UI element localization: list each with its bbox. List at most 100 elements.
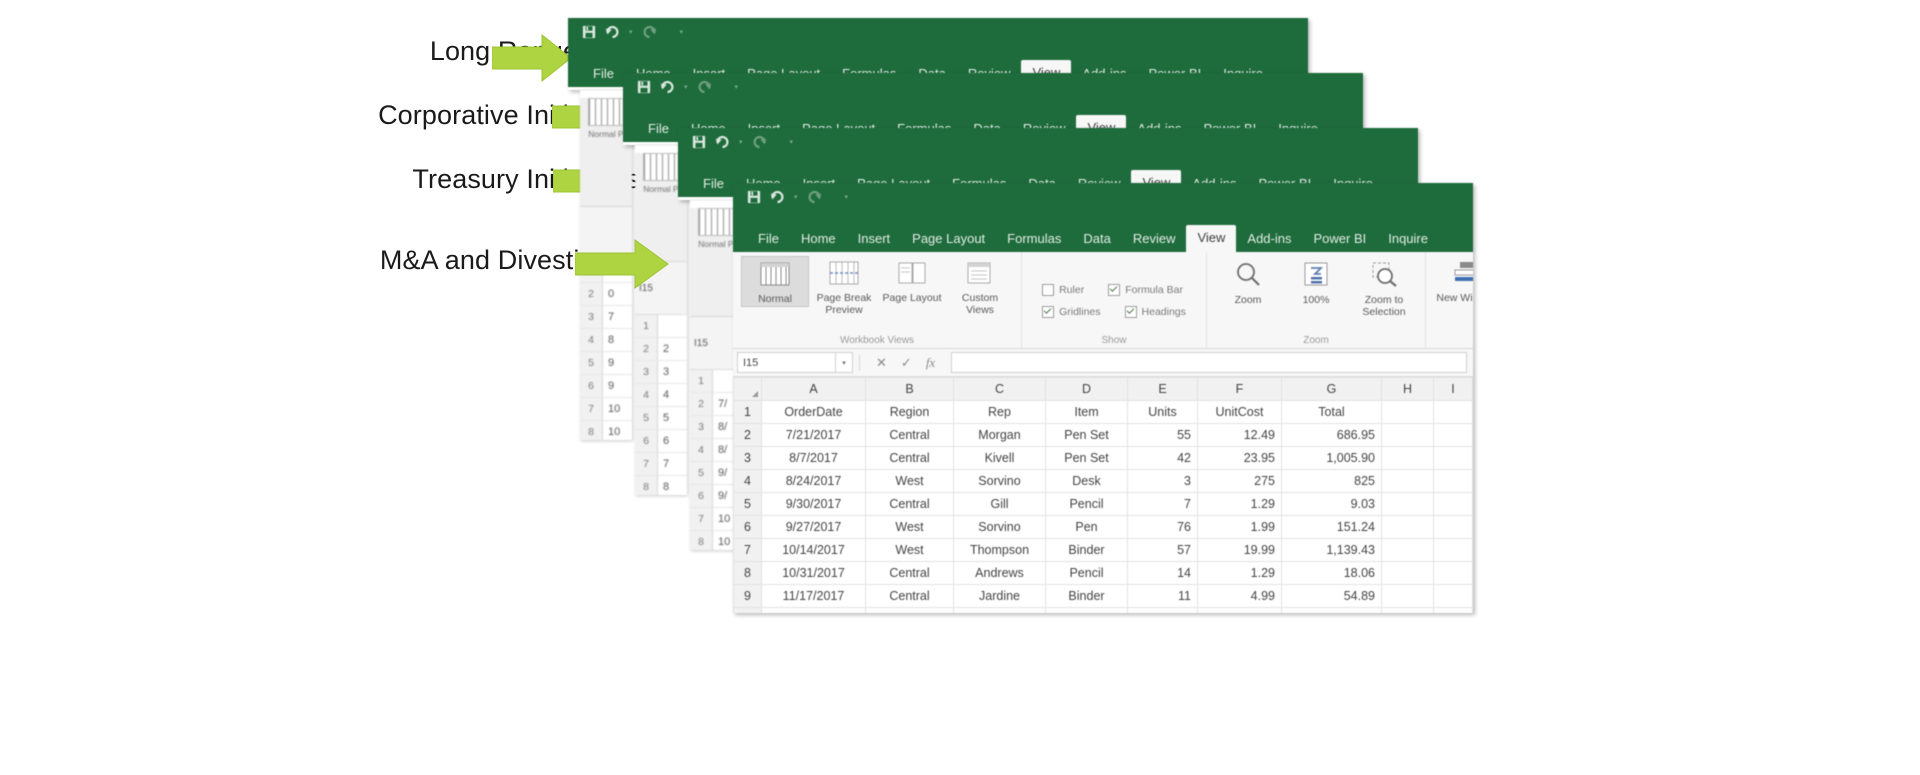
row-header[interactable]: 7 xyxy=(733,538,762,562)
cell-a9[interactable]: 11/17/2017 xyxy=(761,584,866,608)
custom-views-button[interactable]: Custom Views xyxy=(947,256,1013,317)
row-header[interactable]: 2 xyxy=(733,423,762,447)
cell-e5[interactable]: 7 xyxy=(1127,492,1198,516)
cell-d10[interactable]: Binder xyxy=(1045,607,1128,613)
cell-i8[interactable] xyxy=(1433,561,1473,585)
cell-b4[interactable]: West xyxy=(865,469,954,493)
cell-f2[interactable]: 12.49 xyxy=(1197,423,1282,447)
cell-i1[interactable] xyxy=(1433,400,1473,424)
column-header-i[interactable]: I xyxy=(1433,377,1473,401)
cell-d1[interactable]: Item xyxy=(1045,400,1128,424)
cell-c7[interactable]: Thompson xyxy=(953,538,1046,562)
new-window-button[interactable]: New Window xyxy=(1434,256,1473,305)
cell-d7[interactable]: Binder xyxy=(1045,538,1128,562)
cell-f9[interactable]: 4.99 xyxy=(1197,584,1282,608)
cell-b7[interactable]: West xyxy=(865,538,954,562)
table-row[interactable]: 9 11/17/2017 Central Jardine Binder 11 4… xyxy=(733,584,1473,608)
undo-dropdown-icon[interactable]: ▾ xyxy=(794,193,798,201)
quick-access-toolbar[interactable]: ▾ ▾ xyxy=(582,25,683,39)
cell-f3[interactable]: 23.95 xyxy=(1197,446,1282,470)
cell-e10[interactable]: 94 xyxy=(1127,607,1198,613)
cell-e7[interactable]: 57 xyxy=(1127,538,1198,562)
column-header-b[interactable]: B xyxy=(865,377,954,401)
cell-e6[interactable]: 76 xyxy=(1127,515,1198,539)
quick-access-toolbar[interactable]: ▾ ▾ xyxy=(747,190,848,204)
tab-page-layout[interactable]: Page Layout xyxy=(901,228,996,252)
cell-g9[interactable]: 54.89 xyxy=(1281,584,1382,608)
cell-e3[interactable]: 42 xyxy=(1127,446,1198,470)
table-row[interactable]: 4 8/24/2017 West Sorvino Desk 3 275 825 xyxy=(733,469,1473,493)
cell-c9[interactable]: Jardine xyxy=(953,584,1046,608)
customize-quick-access-icon[interactable]: ▾ xyxy=(790,138,794,146)
table-row[interactable]: 1 OrderDate Region Rep Item Units UnitCo… xyxy=(733,400,1473,424)
cell-e8[interactable]: 14 xyxy=(1127,561,1198,585)
cell-d4[interactable]: Desk xyxy=(1045,469,1128,493)
cell-i3[interactable] xyxy=(1433,446,1473,470)
customize-quick-access-icon[interactable]: ▾ xyxy=(680,28,684,36)
name-box[interactable]: I15 xyxy=(737,352,836,373)
cell-d6[interactable]: Pen xyxy=(1045,515,1128,539)
cell-h10[interactable] xyxy=(1381,607,1434,613)
row-header[interactable]: 4 xyxy=(733,469,762,493)
cell-c8[interactable]: Andrews xyxy=(953,561,1046,585)
ribbon-tab-bar[interactable]: File Home Insert Page Layout Formulas Da… xyxy=(733,219,1473,252)
formula-bar-checkbox-row[interactable]: Formula Bar xyxy=(1104,280,1187,300)
select-all-corner[interactable] xyxy=(733,377,762,401)
undo-icon[interactable] xyxy=(605,25,620,39)
cell-d9[interactable]: Binder xyxy=(1045,584,1128,608)
zoom-to-selection-button[interactable]: Zoom to Selection xyxy=(1351,256,1417,319)
row-header[interactable]: 5 xyxy=(733,492,762,516)
headings-checkbox-row[interactable]: Headings xyxy=(1121,302,1190,322)
table-row[interactable]: 8 10/31/2017 Central Andrews Pencil 14 1… xyxy=(733,561,1473,585)
undo-icon[interactable] xyxy=(715,135,730,149)
cell-g4[interactable]: 825 xyxy=(1281,469,1382,493)
cell-i9[interactable] xyxy=(1433,584,1473,608)
cell-h6[interactable] xyxy=(1381,515,1434,539)
zoom-button[interactable]: Zoom xyxy=(1215,256,1281,307)
cell-a4[interactable]: 8/24/2017 xyxy=(761,469,866,493)
cell-b3[interactable]: Central xyxy=(865,446,954,470)
cell-h8[interactable] xyxy=(1381,561,1434,585)
redo-icon[interactable] xyxy=(697,80,712,94)
table-row[interactable]: 5 9/30/2017 Central Gill Pencil 7 1.29 9… xyxy=(733,492,1473,516)
undo-icon[interactable] xyxy=(660,80,675,94)
checkbox-checked-icon[interactable] xyxy=(1124,305,1137,318)
ribbon[interactable]: Normal Page Break Preview Page Layout Cu… xyxy=(733,252,1473,349)
cell-g8[interactable]: 18.06 xyxy=(1281,561,1382,585)
undo-dropdown-icon[interactable]: ▾ xyxy=(684,83,688,91)
gridlines-checkbox-row[interactable]: Gridlines xyxy=(1038,302,1104,322)
save-icon[interactable] xyxy=(637,80,651,94)
quick-access-toolbar[interactable]: ▾ ▾ xyxy=(637,80,738,94)
row-header[interactable]: 3 xyxy=(733,446,762,470)
window-ma-and-divestitures[interactable]: ▾ ▾ File Home Insert Page Layout Formula… xyxy=(733,183,1473,613)
formula-bar-buttons[interactable]: ✕ ✓ fx xyxy=(866,355,945,371)
cell-b9[interactable]: Central xyxy=(865,584,954,608)
cell-e2[interactable]: 55 xyxy=(1127,423,1198,447)
tab-review[interactable]: Review xyxy=(1122,228,1187,252)
tab-inquire[interactable]: Inquire xyxy=(1377,228,1439,252)
cell-h1[interactable] xyxy=(1381,400,1434,424)
tab-home[interactable]: Home xyxy=(790,228,847,252)
column-header-g[interactable]: G xyxy=(1281,377,1382,401)
column-header-d[interactable]: D xyxy=(1045,377,1128,401)
cell-c2[interactable]: Morgan xyxy=(953,423,1046,447)
cell-f4[interactable]: 275 xyxy=(1197,469,1282,493)
cell-f7[interactable]: 19.99 xyxy=(1197,538,1282,562)
cell-g5[interactable]: 9.03 xyxy=(1281,492,1382,516)
cell-b8[interactable]: Central xyxy=(865,561,954,585)
table-row[interactable]: 3 8/7/2017 Central Kivell Pen Set 42 23.… xyxy=(733,446,1473,470)
cell-h9[interactable] xyxy=(1381,584,1434,608)
name-box-dropdown-icon[interactable]: ▾ xyxy=(836,352,853,373)
tab-file[interactable]: File xyxy=(582,63,625,87)
cell-e4[interactable]: 3 xyxy=(1127,469,1198,493)
cell-h2[interactable] xyxy=(1381,423,1434,447)
cell-i2[interactable] xyxy=(1433,423,1473,447)
row-header[interactable]: 6 xyxy=(733,515,762,539)
checkbox-checked-icon[interactable] xyxy=(1108,283,1121,296)
tab-insert[interactable]: Insert xyxy=(847,228,902,252)
cell-b1[interactable]: Region xyxy=(865,400,954,424)
cell-h4[interactable] xyxy=(1381,469,1434,493)
cancel-icon[interactable]: ✕ xyxy=(876,355,887,371)
checkbox-checked-icon[interactable] xyxy=(1042,305,1055,318)
customize-quick-access-icon[interactable]: ▾ xyxy=(735,83,739,91)
